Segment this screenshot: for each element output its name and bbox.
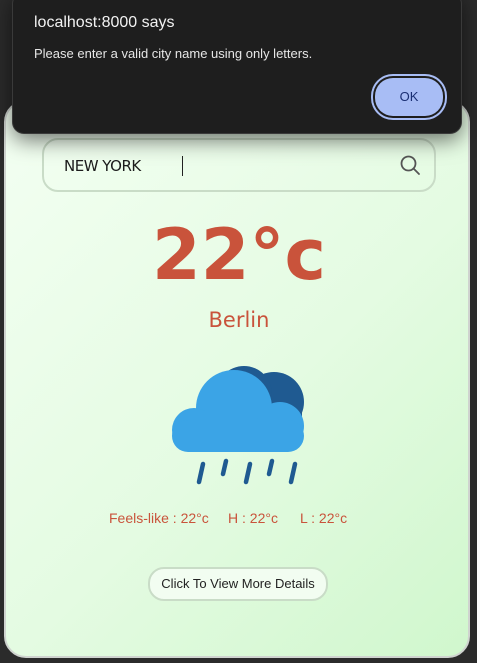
high-temp-value: H : 22°c: [228, 510, 278, 526]
search-box[interactable]: [42, 138, 436, 192]
low-temp-value: L : 22°c: [300, 510, 348, 526]
dialog-message: Please enter a valid city name using onl…: [34, 46, 313, 61]
rain-cloud-icon: [172, 366, 304, 485]
temperature-value: 22°c: [152, 214, 326, 296]
text-caret: [182, 156, 183, 176]
search-icon[interactable]: [398, 153, 422, 177]
city-name: Berlin: [208, 308, 270, 332]
weather-card: 22°c Berlin Feels-like : 22°c H : 22°c L…: [4, 100, 470, 658]
view-details-button[interactable]: Click To View More Details: [148, 567, 328, 601]
feels-like-value: Feels-like : 22°c: [109, 510, 209, 526]
alert-dialog: localhost:8000 says Please enter a valid…: [12, 0, 462, 134]
dialog-title: localhost:8000 says: [34, 14, 175, 31]
ok-button[interactable]: OK: [375, 78, 443, 116]
search-input[interactable]: [62, 153, 386, 179]
